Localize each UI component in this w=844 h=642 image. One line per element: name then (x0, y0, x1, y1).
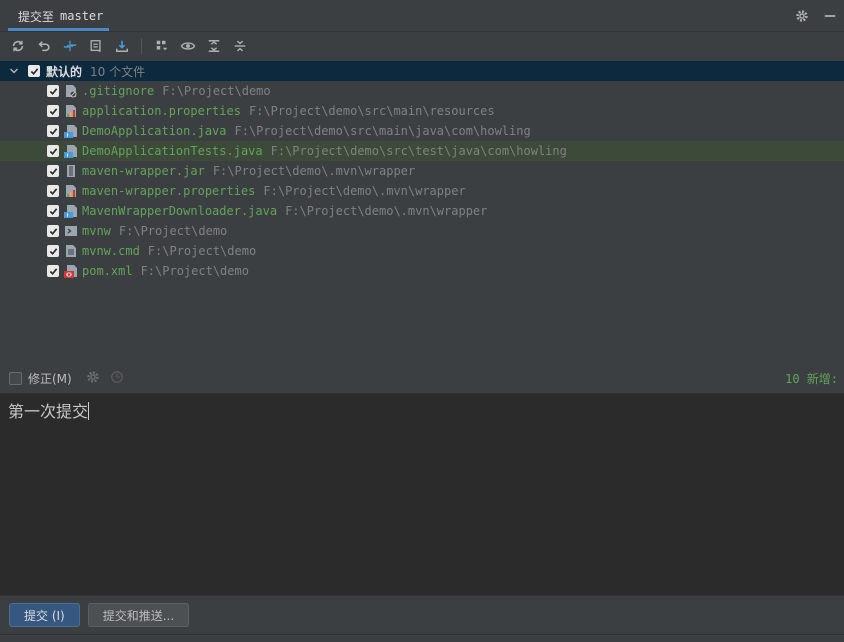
jar-file-icon (64, 164, 78, 178)
minimize-icon[interactable] (822, 8, 838, 24)
java-file-icon (64, 204, 78, 218)
expand-all-icon[interactable] (205, 38, 222, 55)
java-file-icon (64, 124, 78, 138)
file-name: application.properties (82, 104, 241, 118)
file-path: F:\Project\demo\.mvn\wrapper (285, 204, 488, 218)
file-row[interactable]: mvnw.cmd F:\Project\demo (0, 241, 844, 261)
file-checkbox[interactable] (47, 185, 59, 197)
file-row[interactable]: mvnw F:\Project\demo (0, 221, 844, 241)
properties-file-icon (64, 104, 78, 118)
collapse-all-icon[interactable] (231, 38, 248, 55)
file-checkbox[interactable] (47, 105, 59, 117)
file-path: F:\Project\demo\.mvn\wrapper (212, 164, 416, 178)
chevron-down-icon[interactable] (8, 65, 20, 77)
commit-message-text: 第一次提交 (8, 402, 89, 421)
gitignore-file-icon (64, 84, 78, 98)
file-name: DemoApplicationTests.java (82, 144, 263, 158)
amend-row: 修正(M) 10 新增: (0, 367, 844, 389)
file-path: F:\Project\demo (140, 264, 249, 278)
file-checkbox[interactable] (47, 205, 59, 217)
file-name: .gitignore (82, 84, 155, 98)
properties-file-icon (64, 184, 78, 198)
file-name: mvnw (82, 224, 111, 238)
commit-and-push-button[interactable]: 提交和推送... (87, 603, 190, 627)
text-caret (88, 402, 90, 420)
file-path: F:\Project\demo\src\test\java\com\howlin… (270, 144, 567, 158)
file-row[interactable]: DemoApplication.java F:\Project\demo\src… (0, 121, 844, 141)
commit-toolbar (0, 32, 844, 60)
changelist-row[interactable]: 默认的 10 个文件 (0, 61, 844, 81)
changes-stats: 10 新增: (785, 372, 838, 386)
file-row[interactable]: .gitignore F:\Project\demo (0, 81, 844, 101)
file-checkbox[interactable] (47, 85, 59, 97)
changes-tree: 默认的 10 个文件 .gitignore F:\Project\demo ap… (0, 61, 844, 361)
file-name: DemoApplication.java (82, 124, 227, 138)
file-checkbox[interactable] (47, 245, 59, 257)
file-path: F:\Project\demo\src\main\resources (248, 104, 495, 118)
file-row[interactable]: pom.xml F:\Project\demo (0, 261, 844, 281)
tab-label: 提交至 (18, 9, 55, 24)
update-icon[interactable] (113, 38, 130, 55)
file-row[interactable]: application.properties F:\Project\demo\s… (0, 101, 844, 121)
tool-window-header: 提交至 master (0, 0, 844, 32)
history-clock-icon[interactable] (110, 370, 124, 387)
file-checkbox[interactable] (47, 125, 59, 137)
eye-icon[interactable] (179, 38, 196, 55)
file-path: F:\Project\demo (162, 84, 271, 98)
file-row[interactable]: maven-wrapper.jar F:\Project\demo\.mvn\w… (0, 161, 844, 181)
file-row-selected[interactable]: DemoApplicationTests.java F:\Project\dem… (0, 141, 844, 161)
file-name: pom.xml (82, 264, 133, 278)
commit-options-gear-icon[interactable] (86, 370, 100, 387)
file-name: maven-wrapper.properties (82, 184, 256, 198)
file-name: mvnw.cmd (82, 244, 140, 258)
file-name: maven-wrapper.jar (82, 164, 205, 178)
file-name: MavenWrapperDownloader.java (82, 204, 278, 218)
changelist-name: 默认的 (46, 64, 83, 79)
amend-label[interactable]: 修正(M) (28, 370, 72, 387)
file-path: F:\Project\demo (118, 224, 228, 238)
file-path: F:\Project\demo\.mvn\wrapper (263, 184, 466, 198)
file-path: F:\Project\demo\src\main\java\com\howlin… (234, 124, 531, 138)
shell-script-icon (64, 224, 78, 238)
maven-pom-icon (64, 264, 78, 278)
commit-message-editor[interactable]: 第一次提交 (0, 393, 844, 596)
file-checkbox[interactable] (47, 165, 59, 177)
file-row[interactable]: MavenWrapperDownloader.java F:\Project\d… (0, 201, 844, 221)
tab-commit[interactable]: 提交至 master (8, 4, 110, 31)
rollback-icon[interactable] (35, 38, 52, 55)
file-row[interactable]: maven-wrapper.properties F:\Project\demo… (0, 181, 844, 201)
diff-icon[interactable] (61, 38, 78, 55)
commit-button[interactable]: 提交 (I) (9, 603, 80, 627)
amend-checkbox[interactable] (9, 371, 22, 385)
tab-branch: master (60, 9, 104, 23)
file-path: F:\Project\demo (147, 244, 257, 258)
changelist-count: 10 个文件 (90, 64, 146, 79)
file-checkbox[interactable] (47, 265, 59, 277)
text-file-icon (64, 244, 78, 258)
shelve-icon[interactable] (87, 38, 104, 55)
changelist-checkbox[interactable] (28, 65, 40, 77)
status-bar (0, 634, 844, 642)
file-checkbox[interactable] (47, 145, 59, 157)
group-by-icon[interactable] (153, 38, 170, 55)
file-checkbox[interactable] (47, 225, 59, 237)
gear-icon[interactable] (794, 8, 810, 24)
java-file-icon (64, 144, 78, 158)
refresh-icon[interactable] (9, 38, 26, 55)
toolbar-separator (141, 38, 142, 54)
